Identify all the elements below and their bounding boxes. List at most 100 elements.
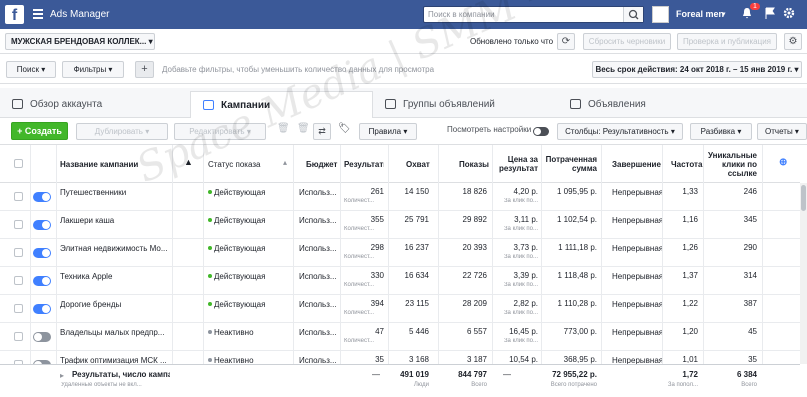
- col-unique-clicks[interactable]: Уникальные клики по ссылке: [705, 151, 757, 178]
- avatar: [652, 6, 669, 23]
- column-divider: [662, 145, 663, 397]
- campaign-toggle[interactable]: [33, 220, 51, 230]
- columns-dropdown[interactable]: Столбцы: Результативность ▾: [557, 123, 683, 140]
- col-status[interactable]: Статус показа: [208, 160, 260, 169]
- add-filter-button[interactable]: +: [135, 61, 154, 78]
- date-range-picker[interactable]: Весь срок действия: 24 окт 2018 г. – 15 …: [592, 61, 802, 78]
- ends-cell: Непрерывная: [612, 188, 664, 197]
- campaign-toggle[interactable]: [33, 304, 51, 314]
- filter-placeholder[interactable]: Добавьте фильтры, чтобы уменьшить количе…: [162, 65, 434, 74]
- account-bar: МУЖСКАЯ БРЕНДОВАЯ КОЛЛЕК... ▾ Обновлено …: [0, 29, 807, 54]
- table-row[interactable]: Элитная недвижимость Мо... Действующая Исп…: [0, 239, 800, 267]
- spent-cell: 1 111,18 р.: [558, 243, 597, 252]
- gear-icon[interactable]: [783, 7, 795, 22]
- review-publish-button[interactable]: Проверка и публикация: [677, 33, 777, 50]
- table-row[interactable]: Лакшери каша Действующая Использ... 355 Коли…: [0, 211, 800, 239]
- table-row[interactable]: Путешественники Действующая Использ... 261 К…: [0, 183, 800, 211]
- status-text: Действующая: [214, 188, 266, 197]
- totals-impressions: 844 797: [458, 370, 487, 379]
- campaign-toggle[interactable]: [33, 192, 51, 202]
- status-badge: Действующая: [208, 188, 265, 197]
- row-checkbox[interactable]: [14, 192, 23, 201]
- account-switcher[interactable]: Foreal men ▾: [652, 5, 728, 24]
- status-badge: Действующая: [208, 272, 265, 281]
- col-cost-per-result[interactable]: Цена за результат: [498, 155, 538, 173]
- row-checkbox[interactable]: [14, 332, 23, 341]
- select-all-checkbox[interactable]: [14, 159, 23, 168]
- ab-test-icon[interactable]: ⇄: [313, 123, 331, 140]
- budget-cell: Использ...: [299, 328, 337, 337]
- duplicate-button[interactable]: Дублировать ▾: [76, 123, 168, 140]
- add-column-icon[interactable]: ⊕: [779, 158, 787, 168]
- cpr-sub: За клик по...: [503, 254, 538, 260]
- clicks-cell: 45: [748, 327, 757, 336]
- clicks-cell: 246: [743, 187, 757, 196]
- totals-sublabel: Удаленные объекты не вкл...: [61, 382, 142, 388]
- row-checkbox[interactable]: [14, 248, 23, 257]
- discard-drafts-button[interactable]: Сбросить черновики: [583, 33, 671, 50]
- top-navbar: f Ads Manager Поиск в компании Foreal me…: [0, 0, 807, 29]
- results-sub: Количест...: [344, 226, 375, 232]
- facebook-logo-icon[interactable]: f: [5, 5, 24, 24]
- campaign-name[interactable]: Техника Apple: [60, 272, 180, 281]
- col-results[interactable]: Результаты: [344, 160, 384, 169]
- reports-dropdown[interactable]: Отчеты ▾: [757, 123, 807, 140]
- sort-icon[interactable]: ▴: [283, 158, 287, 167]
- search-dropdown[interactable]: Поиск ▾: [6, 61, 56, 78]
- refresh-icon[interactable]: ⟳: [557, 33, 575, 50]
- tab-campaigns[interactable]: Кампании: [190, 91, 373, 118]
- campaign-toggle[interactable]: [33, 276, 51, 286]
- row-checkbox[interactable]: [14, 276, 23, 285]
- tab-account-overview[interactable]: Обзор аккаунта: [0, 91, 190, 118]
- campaign-name[interactable]: Дорогие бренды: [60, 300, 180, 309]
- campaign-name[interactable]: Путешественники: [60, 188, 180, 197]
- expand-icon[interactable]: ▸: [60, 371, 64, 380]
- tab-ad-sets[interactable]: Группы объявлений: [373, 91, 558, 118]
- column-divider: [172, 145, 173, 397]
- vertical-scrollbar[interactable]: [800, 183, 807, 364]
- search-input[interactable]: Поиск в компании: [423, 6, 644, 23]
- menu-icon[interactable]: [33, 9, 43, 19]
- col-reach[interactable]: Охват: [406, 160, 430, 169]
- campaign-toggle[interactable]: [33, 248, 51, 258]
- search-icon[interactable]: [623, 7, 643, 22]
- col-budget[interactable]: Бюджет: [306, 160, 337, 169]
- campaign-name[interactable]: Лакшери каша: [60, 216, 180, 225]
- row-checkbox[interactable]: [14, 304, 23, 313]
- col-name[interactable]: Название кампании: [60, 160, 138, 169]
- budget-cell: Использ...: [299, 244, 337, 253]
- view-setup-toggle[interactable]: [533, 127, 549, 136]
- settings-gear-icon[interactable]: ⚙: [784, 33, 802, 50]
- reach-cell: 14 150: [404, 187, 429, 196]
- table-row[interactable]: Техника Apple Действующая Использ... 330 Кол…: [0, 267, 800, 295]
- campaign-name[interactable]: Элитная недвижимость Мо...: [60, 244, 180, 253]
- col-ends[interactable]: Завершение: [612, 160, 661, 169]
- clicks-cell: 345: [743, 215, 757, 224]
- spent-cell: 1 110,28 р.: [557, 299, 597, 308]
- campaign-name[interactable]: Владельцы малых предпр...: [60, 328, 180, 337]
- table-row[interactable]: Владельцы малых предпр... Неактивно Исполь…: [0, 323, 800, 351]
- table-row[interactable]: Дорогие бренды Действующая Использ... 394 Ко…: [0, 295, 800, 323]
- status-badge: Действующая: [208, 300, 265, 309]
- column-divider: [541, 145, 542, 397]
- tag-icon[interactable]: 🏷: [338, 123, 351, 134]
- account-dropdown[interactable]: МУЖСКАЯ БРЕНДОВАЯ КОЛЛЕК... ▾: [5, 33, 155, 50]
- tab-ads[interactable]: Объявления: [558, 91, 807, 118]
- row-checkbox[interactable]: [14, 220, 23, 229]
- create-button[interactable]: + Создать: [11, 122, 68, 140]
- rules-dropdown[interactable]: Правила ▾: [359, 123, 417, 140]
- delete-icon[interactable]: 🗑: [277, 123, 290, 134]
- trash-icon[interactable]: 🗑: [297, 123, 310, 134]
- column-divider: [388, 145, 389, 397]
- status-dot: [208, 302, 212, 306]
- flag-icon[interactable]: [764, 7, 776, 22]
- campaign-toggle[interactable]: [33, 332, 51, 342]
- breakdown-dropdown[interactable]: Разбивка ▾: [690, 123, 752, 140]
- cpr-cell: 3,73 р.: [513, 243, 538, 252]
- col-impressions[interactable]: Показы: [459, 160, 489, 169]
- col-frequency[interactable]: Частота: [671, 160, 702, 169]
- col-amount-spent[interactable]: Потраченная сумма: [545, 155, 597, 173]
- edit-button[interactable]: Редактировать ▾: [174, 123, 266, 140]
- filters-dropdown[interactable]: Фильтры ▾: [62, 61, 124, 78]
- totals-reach: 491 019: [400, 370, 429, 379]
